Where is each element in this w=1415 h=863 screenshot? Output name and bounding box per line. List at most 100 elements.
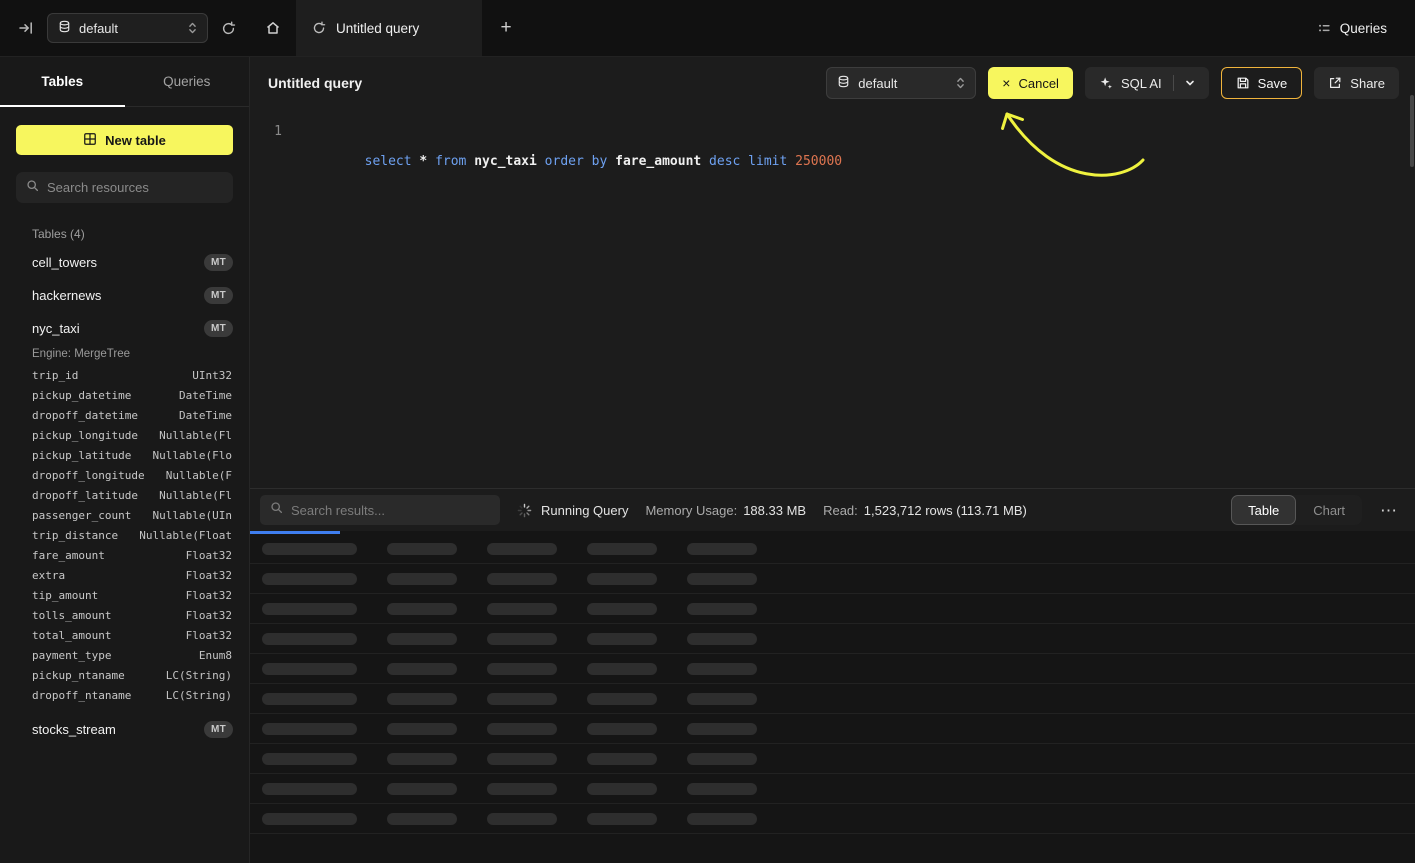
skeleton-row bbox=[250, 534, 1415, 564]
close-icon: × bbox=[1002, 75, 1010, 91]
engine-label: Engine: MergeTree bbox=[0, 345, 249, 363]
skeleton-cell bbox=[387, 813, 457, 825]
scrollbar-thumb[interactable] bbox=[1410, 95, 1414, 167]
sql-token: fare_amount bbox=[615, 154, 709, 169]
tab-untitled-query[interactable]: Untitled query bbox=[296, 0, 482, 56]
more-options-button[interactable]: ⋯ bbox=[1376, 502, 1401, 519]
skeleton-cell bbox=[387, 753, 457, 765]
skeleton-cell bbox=[687, 783, 757, 795]
table-row-cell-towers[interactable]: cell_towers MT bbox=[0, 246, 249, 279]
column-row[interactable]: extra Float32 bbox=[0, 565, 249, 585]
skeleton-cell bbox=[587, 693, 657, 705]
column-row[interactable]: dropoff_ntaname LC(String) bbox=[0, 685, 249, 705]
column-name: passenger_count bbox=[32, 509, 131, 522]
column-row[interactable]: pickup_latitude Nullable(Flo bbox=[0, 445, 249, 465]
query-status: Running Query bbox=[517, 503, 628, 518]
read-label: Read: bbox=[823, 503, 858, 518]
editor-header: Untitled query default × Cancel bbox=[250, 57, 1415, 109]
database-selector-query[interactable]: default bbox=[826, 67, 976, 99]
query-title: Untitled query bbox=[268, 75, 362, 91]
column-type: Nullable(Float bbox=[139, 529, 232, 542]
column-row[interactable]: pickup_ntaname LC(String) bbox=[0, 665, 249, 685]
table-row-nyc-taxi[interactable]: nyc_taxi MT bbox=[0, 312, 249, 345]
skeleton-cell bbox=[487, 633, 557, 645]
tab-tables[interactable]: Tables bbox=[0, 57, 125, 106]
table-name: hackernews bbox=[32, 288, 204, 303]
view-toggle: Table Chart bbox=[1231, 495, 1362, 525]
column-row[interactable]: fare_amount Float32 bbox=[0, 545, 249, 565]
sidebar-search bbox=[16, 172, 233, 203]
search-results-input[interactable] bbox=[291, 503, 490, 518]
save-label: Save bbox=[1258, 76, 1288, 91]
sql-ai-label: SQL AI bbox=[1121, 76, 1162, 91]
memory-usage-value: 188.33 MB bbox=[743, 503, 806, 518]
column-row[interactable]: passenger_count Nullable(UIn bbox=[0, 505, 249, 525]
home-tab[interactable] bbox=[250, 0, 296, 56]
column-row[interactable]: pickup_longitude Nullable(Fl bbox=[0, 425, 249, 445]
database-icon bbox=[837, 75, 850, 91]
home-icon bbox=[265, 20, 281, 36]
column-name: pickup_ntaname bbox=[32, 669, 125, 682]
column-row[interactable]: trip_distance Nullable(Float bbox=[0, 525, 249, 545]
skeleton-cell bbox=[262, 663, 357, 675]
column-row[interactable]: dropoff_datetime DateTime bbox=[0, 405, 249, 425]
skeleton-cell bbox=[687, 813, 757, 825]
column-row[interactable]: pickup_datetime DateTime bbox=[0, 385, 249, 405]
column-type: Enum8 bbox=[199, 649, 232, 662]
sidebar: Tables Queries New table Tables (4) cell… bbox=[0, 57, 250, 863]
engine-badge: MT bbox=[204, 287, 233, 304]
skeleton-cell bbox=[687, 633, 757, 645]
skeleton-cell bbox=[487, 783, 557, 795]
sql-token: nyc_taxi bbox=[474, 154, 544, 169]
main-panel: Untitled query default × Cancel bbox=[250, 57, 1415, 863]
column-row[interactable]: trip_id UInt32 bbox=[0, 365, 249, 385]
column-type: LC(String) bbox=[166, 689, 232, 702]
column-row[interactable]: total_amount Float32 bbox=[0, 625, 249, 645]
new-table-button[interactable]: New table bbox=[16, 125, 233, 155]
queries-button[interactable]: Queries bbox=[1318, 0, 1415, 56]
sql-ai-button[interactable]: SQL AI bbox=[1085, 67, 1209, 99]
column-name: dropoff_latitude bbox=[32, 489, 138, 502]
column-name: payment_type bbox=[32, 649, 111, 662]
topbar: default Untitled query + bbox=[0, 0, 1415, 57]
sql-editor[interactable]: 1 select * from nyc_taxi order by fare_a… bbox=[250, 109, 1415, 488]
column-row[interactable]: tip_amount Float32 bbox=[0, 585, 249, 605]
tab-title: Untitled query bbox=[336, 21, 419, 36]
sql-token: 250000 bbox=[795, 154, 842, 169]
column-row[interactable]: payment_type Enum8 bbox=[0, 645, 249, 665]
view-toggle-table[interactable]: Table bbox=[1231, 495, 1296, 525]
new-tab-button[interactable]: + bbox=[482, 0, 530, 56]
cancel-button[interactable]: × Cancel bbox=[988, 67, 1073, 99]
share-icon bbox=[1328, 76, 1342, 90]
column-row[interactable]: tolls_amount Float32 bbox=[0, 605, 249, 625]
column-name: fare_amount bbox=[32, 549, 105, 562]
sql-token: desc limit bbox=[709, 154, 795, 169]
table-row-hackernews[interactable]: hackernews MT bbox=[0, 279, 249, 312]
database-selector-topbar[interactable]: default bbox=[47, 13, 208, 43]
column-type: Nullable(F bbox=[166, 469, 232, 482]
app-root: default Untitled query + bbox=[0, 0, 1415, 863]
memory-usage-label: Memory Usage: bbox=[645, 503, 737, 518]
column-row[interactable]: dropoff_longitude Nullable(F bbox=[0, 465, 249, 485]
skeleton-cell bbox=[262, 723, 357, 735]
column-name: extra bbox=[32, 569, 65, 582]
column-name: tip_amount bbox=[32, 589, 98, 602]
refresh-icon[interactable] bbox=[221, 21, 236, 36]
chevron-down-icon[interactable] bbox=[1185, 78, 1195, 88]
database-selector-value: default bbox=[858, 76, 948, 91]
skeleton-cell bbox=[387, 603, 457, 615]
skeleton-cell bbox=[687, 573, 757, 585]
queries-label: Queries bbox=[1340, 21, 1387, 36]
column-name: trip_id bbox=[32, 369, 78, 382]
column-row[interactable]: dropoff_latitude Nullable(Fl bbox=[0, 485, 249, 505]
skeleton-cell bbox=[387, 633, 457, 645]
column-name: tolls_amount bbox=[32, 609, 111, 622]
search-resources-input[interactable] bbox=[47, 180, 223, 195]
share-button[interactable]: Share bbox=[1314, 67, 1399, 99]
view-toggle-chart[interactable]: Chart bbox=[1296, 495, 1362, 525]
table-row-stocks-stream[interactable]: stocks_stream MT bbox=[0, 713, 249, 746]
collapse-sidebar-icon[interactable] bbox=[18, 20, 34, 36]
tab-queries[interactable]: Queries bbox=[125, 57, 250, 106]
save-button[interactable]: Save bbox=[1221, 67, 1303, 99]
skeleton-cell bbox=[687, 693, 757, 705]
